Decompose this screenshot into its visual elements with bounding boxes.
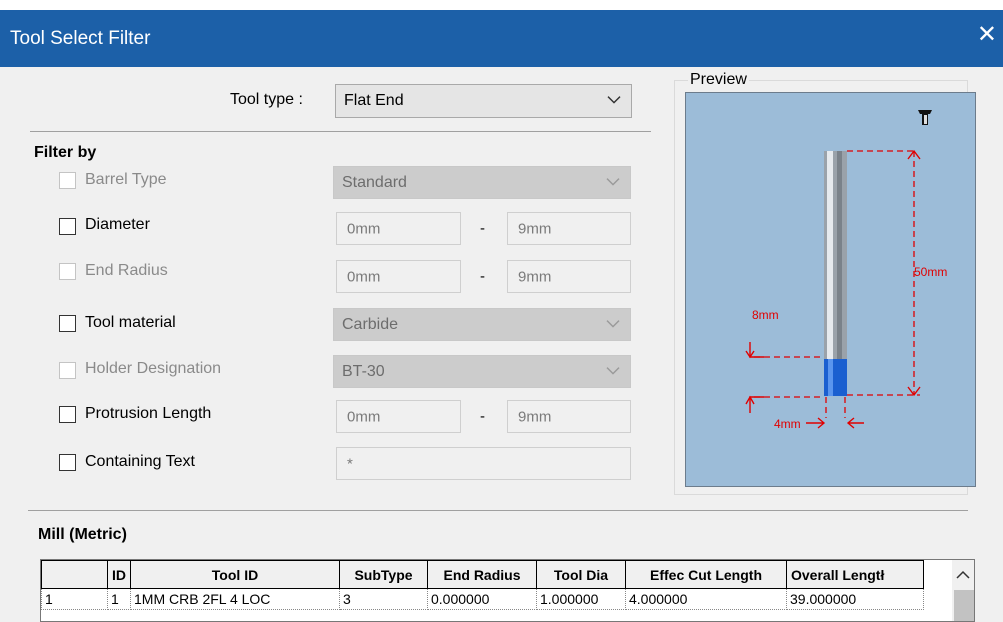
holder-designation-checkbox[interactable] [59,362,76,379]
protrusion-max-value: 9mm [518,408,552,425]
tool-flute [824,359,847,396]
column-header-subtype[interactable]: SubType [339,560,428,589]
protrusion-length-checkbox[interactable] [59,406,76,423]
dim-overall-label: 50mm [914,265,947,279]
end-radius-min-input[interactable]: 0mm [336,260,461,293]
table-row[interactable]: 1 1 1MM CRB 2FL 4 LOC 3 0.000000 1.00000… [41,588,924,610]
chevron-up-icon[interactable] [956,570,970,580]
cell-tool-id: 1MM CRB 2FL 4 LOC [130,588,340,610]
chevron-down-icon [607,96,621,104]
containing-text-input[interactable]: * [336,447,631,480]
cell-tool-dia: 1.000000 [536,588,626,610]
column-header-overall-length[interactable]: Overall Lengtł [786,560,924,589]
table-header-row: ID Tool ID SubType End Radius Tool Dia E… [41,560,924,589]
tool-type-label: Tool type : [230,91,303,108]
protrusion-length-label: Protrusion Length [85,405,212,422]
column-header-effec-cut-length[interactable]: Effec Cut Length [625,560,787,589]
containing-text-value: * [347,455,353,472]
containing-text-label: Containing Text [85,453,195,470]
diameter-max-input[interactable]: 9mm [507,212,631,245]
protrusion-min-value: 0mm [347,408,381,425]
protrusion-min-input[interactable]: 0mm [336,400,461,433]
barrel-type-checkbox[interactable] [59,172,76,189]
title-bar: Tool Select Filter ✕ [0,10,1003,67]
end-radius-min-value: 0mm [347,268,381,285]
tool-type-select[interactable]: Flat End [335,84,632,118]
dim-dia-label: 4mm [774,417,801,431]
holder-designation-value: BT-30 [342,362,385,380]
cell-effec-cut-length: 4.000000 [625,588,787,610]
tool-material-label: Tool material [85,314,176,331]
holder-designation-select[interactable]: BT-30 [333,355,631,388]
column-header-id[interactable]: ID [107,560,131,589]
vertical-scrollbar[interactable] [952,560,974,621]
library-title: Mill (Metric) [38,526,127,543]
window-title: Tool Select Filter [10,28,151,49]
close-icon[interactable]: ✕ [977,23,997,47]
end-radius-label: End Radius [85,262,168,279]
barrel-type-value: Standard [342,173,407,191]
diameter-checkbox[interactable] [59,218,76,235]
divider [30,131,651,132]
tool-holder-icon [918,110,932,125]
diameter-min-value: 0mm [347,220,381,237]
filter-by-heading: Filter by [34,144,97,161]
barrel-type-label: Barrel Type [85,171,167,188]
cell-overall-length: 39.000000 [786,588,924,610]
tool-material-select[interactable]: Carbide [333,308,631,341]
tool-material-value: Carbide [342,315,399,333]
range-separator: - [480,268,485,285]
end-radius-checkbox[interactable] [59,263,76,280]
cell-row-number: 1 [41,588,108,610]
holder-designation-label: Holder Designation [85,360,222,377]
cell-subtype: 3 [339,588,428,610]
diameter-max-value: 9mm [518,220,552,237]
tool-type-value: Flat End [344,92,404,109]
protrusion-max-input[interactable]: 9mm [507,400,631,433]
chevron-down-icon [606,319,620,328]
chevron-down-icon [606,177,620,186]
containing-text-checkbox[interactable] [59,454,76,471]
end-radius-max-input[interactable]: 9mm [507,260,631,293]
preview-label: Preview [688,71,749,89]
tool-material-checkbox[interactable] [59,315,76,332]
range-separator: - [480,220,485,237]
cell-id: 1 [107,588,131,610]
dim-cut-label: 8mm [752,308,779,322]
diameter-label: Diameter [85,216,150,233]
preview-canvas: 50mm 8mm 4mm [685,92,976,487]
cell-end-radius: 0.000000 [427,588,537,610]
column-header-tool-dia[interactable]: Tool Dia [536,560,626,589]
chevron-down-icon [606,366,620,375]
tool-preview-drawing: 50mm 8mm 4mm [745,110,947,431]
range-separator: - [480,408,485,425]
barrel-type-select[interactable]: Standard [333,166,631,199]
column-header-end-radius[interactable]: End Radius [427,560,537,589]
scrollbar-thumb[interactable] [954,590,974,621]
window-top-strip [0,0,1003,10]
tool-table[interactable]: ID Tool ID SubType End Radius Tool Dia E… [40,559,975,622]
column-header-row-number[interactable] [41,560,108,589]
diameter-min-input[interactable]: 0mm [336,212,461,245]
column-header-tool-id[interactable]: Tool ID [130,560,340,589]
divider [28,510,968,511]
end-radius-max-value: 9mm [518,268,552,285]
